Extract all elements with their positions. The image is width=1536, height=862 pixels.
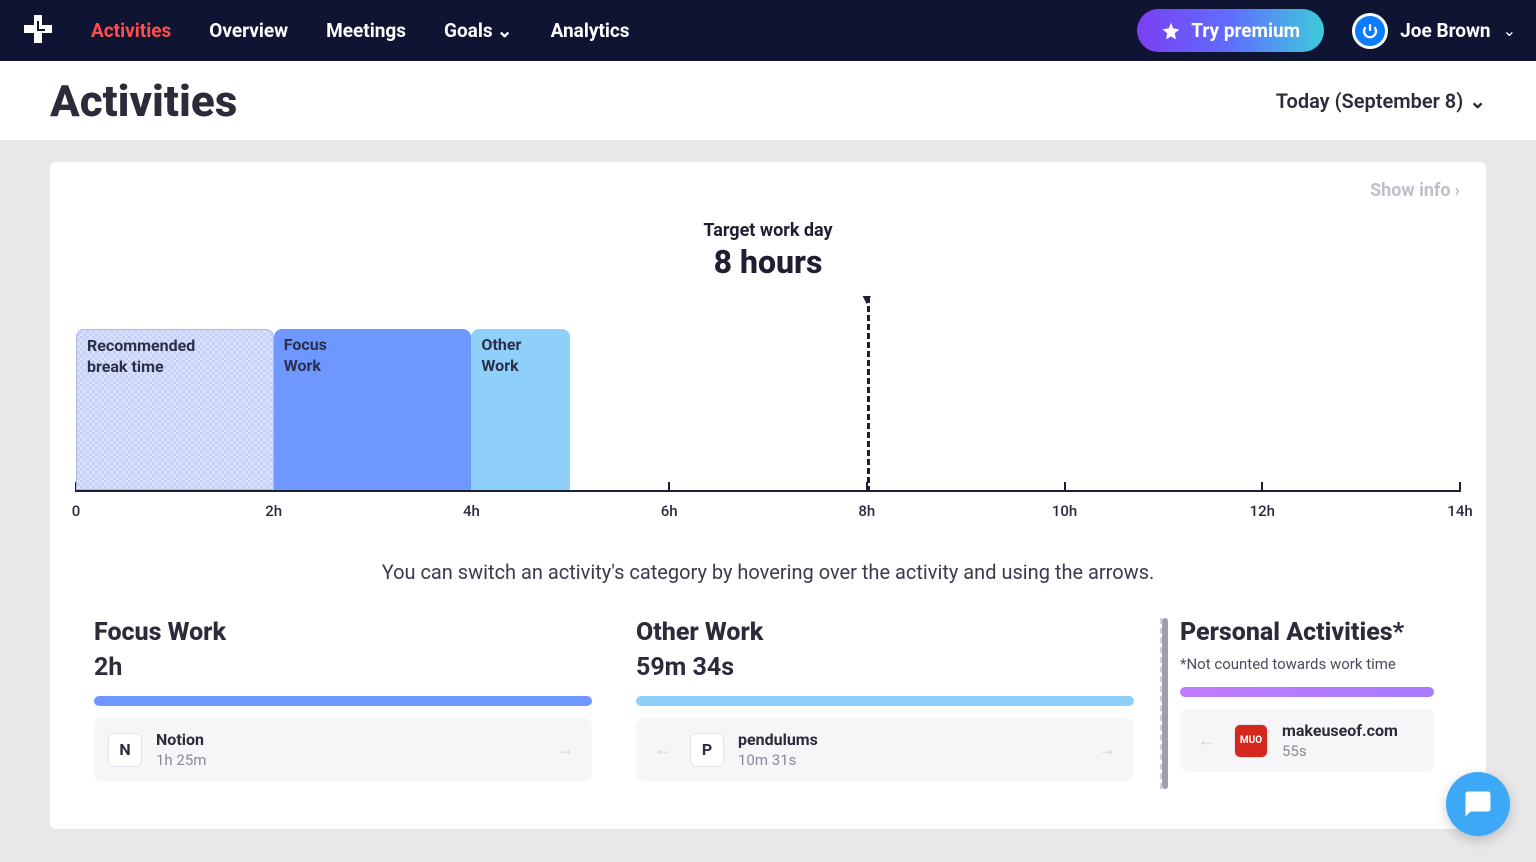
date-label: Today (September 8) — [1276, 89, 1464, 113]
col-time: 2h — [94, 653, 592, 682]
col-note: *Not counted towards work time — [1180, 655, 1434, 673]
activity-row[interactable]: N Notion 1h 25m → — [94, 718, 592, 781]
segment-label: OtherWork — [481, 335, 521, 377]
focus-work-column: Focus Work 2h N Notion 1h 25m → — [76, 618, 618, 789]
user-menu[interactable]: Joe Brown ⌄ — [1352, 13, 1516, 49]
try-premium-button[interactable]: Try premium — [1137, 9, 1324, 52]
move-left-button[interactable]: ← — [650, 735, 676, 764]
target-label: Target work day — [76, 220, 1460, 241]
page-header: Activities Today (September 8) ⌄ — [0, 61, 1536, 140]
activity-duration: 55s — [1282, 742, 1420, 760]
col-title: Other Work — [636, 618, 1134, 647]
axis-tick: 8h — [858, 502, 875, 520]
nav-overview[interactable]: Overview — [209, 19, 288, 42]
app-icon: P — [690, 733, 724, 767]
chevron-down-icon: ⌄ — [1469, 89, 1486, 113]
chevron-down-icon: ⌄ — [1503, 21, 1516, 40]
app-icon: N — [108, 733, 142, 767]
nav-activities[interactable]: Activities — [91, 19, 171, 42]
chart-segment-break: Recommendedbreak time — [76, 329, 274, 490]
chevron-down-icon: ⌄ — [497, 19, 513, 42]
nav-items: Activities Overview Meetings Goals⌄ Anal… — [91, 19, 1137, 42]
nav-meetings[interactable]: Meetings — [326, 19, 406, 42]
user-name: Joe Brown — [1400, 19, 1490, 42]
activity-duration: 1h 25m — [156, 751, 538, 769]
activity-duration: 10m 31s — [738, 751, 1080, 769]
move-right-button[interactable]: → — [1094, 735, 1120, 764]
axis-tick: 14h — [1447, 502, 1472, 520]
x-axis — [76, 490, 1460, 492]
scrollbar[interactable] — [1162, 618, 1168, 789]
col-time: 59m 34s — [636, 653, 1134, 682]
show-info-button[interactable]: Show info › — [1370, 180, 1460, 201]
activity-row[interactable]: ← P pendulums 10m 31s → — [636, 718, 1134, 781]
nav-goals[interactable]: Goals⌄ — [444, 19, 513, 42]
activities-card: Show info › Target work day 8 hours 02h4… — [50, 162, 1486, 829]
focus-bar — [94, 696, 592, 706]
help-button[interactable] — [1446, 772, 1510, 836]
premium-label: Try premium — [1191, 19, 1300, 42]
activity-name: makeuseof.com — [1282, 721, 1420, 740]
personal-bar — [1180, 687, 1434, 697]
workday-chart: Target work day 8 hours 02h4h6h8h10h12h1… — [76, 220, 1460, 492]
date-selector[interactable]: Today (September 8) ⌄ — [1276, 89, 1486, 113]
activity-name: Notion — [156, 730, 538, 749]
activity-row[interactable]: ← MUO makeuseof.com 55s — [1180, 709, 1434, 772]
other-work-column: Other Work 59m 34s ← P pendulums 10m 31s… — [618, 618, 1160, 789]
chart-segment-focus: FocusWork — [274, 329, 472, 490]
move-right-button[interactable]: → — [552, 735, 578, 764]
category-hint: You can switch an activity's category by… — [76, 560, 1460, 584]
star-icon — [1161, 21, 1181, 41]
target-hours: 8 hours — [76, 243, 1460, 281]
axis-tick: 12h — [1250, 502, 1275, 520]
axis-tick: 6h — [661, 502, 678, 520]
app-logo — [20, 13, 56, 49]
power-icon — [1352, 13, 1388, 49]
activity-columns: Focus Work 2h N Notion 1h 25m → Other Wo… — [76, 618, 1460, 789]
axis-tick: 0 — [72, 502, 81, 520]
personal-activities-column: Personal Activities* *Not counted toward… — [1160, 618, 1460, 789]
col-title: Personal Activities* — [1180, 618, 1434, 647]
axis-tick: 4h — [463, 502, 480, 520]
activity-name: pendulums — [738, 730, 1080, 749]
nav-analytics[interactable]: Analytics — [551, 19, 630, 42]
page-title: Activities — [50, 75, 237, 127]
chat-icon — [1463, 789, 1493, 819]
chevron-right-icon: › — [1455, 180, 1460, 201]
axis-tick: 10h — [1052, 502, 1077, 520]
col-title: Focus Work — [94, 618, 592, 647]
other-bar — [636, 696, 1134, 706]
chart-segment-other: OtherWork — [471, 329, 570, 490]
top-nav: Activities Overview Meetings Goals⌄ Anal… — [0, 0, 1536, 61]
target-marker — [867, 297, 870, 492]
app-icon: MUO — [1234, 724, 1268, 758]
axis-tick: 2h — [265, 502, 282, 520]
move-left-button[interactable]: ← — [1194, 726, 1220, 755]
segment-label: Recommendedbreak time — [87, 336, 195, 378]
segment-label: FocusWork — [284, 335, 327, 377]
